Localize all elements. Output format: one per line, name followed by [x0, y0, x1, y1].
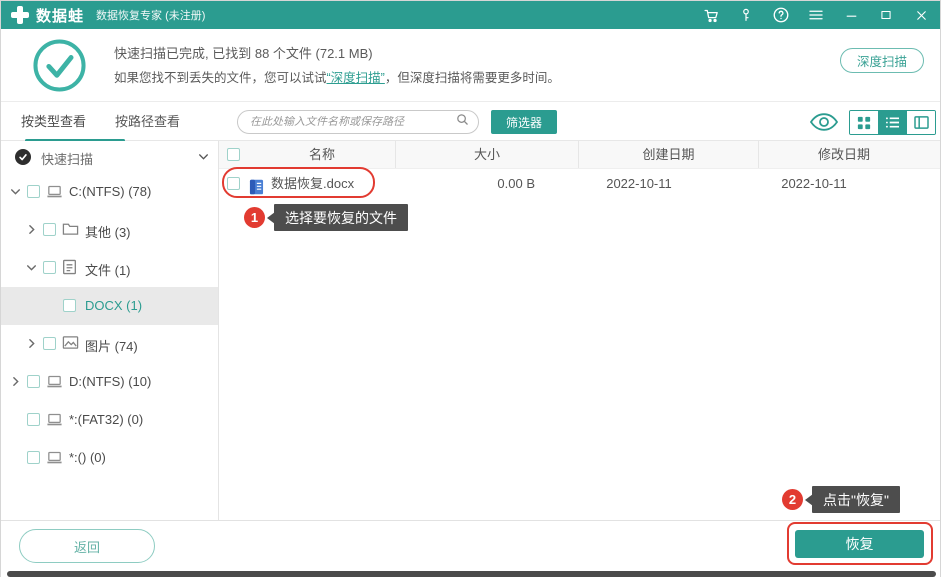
tree-item-c-drive[interactable]: C:(NTFS) (78) — [1, 173, 218, 211]
search-input[interactable] — [250, 116, 455, 128]
chevron-down-icon — [197, 150, 210, 168]
list-view-icon[interactable] — [877, 111, 907, 134]
tree-item-label: 其他 (3) — [85, 225, 131, 240]
drive-icon — [46, 411, 63, 428]
app-logo-cross-icon — [11, 6, 29, 24]
scan-hint-line: 如果您找不到丢失的文件，您可以试试“深度扫描”，但深度扫描将需要更多时间。 — [114, 67, 560, 86]
search-box — [237, 110, 479, 134]
tree-item-documents[interactable]: 文件 (1) — [1, 249, 218, 287]
help-icon[interactable] — [772, 6, 790, 24]
document-icon — [62, 259, 79, 276]
app-window: 数据蛙 数据恢复专家 (未注册) 快速扫描已完成, 已找到 88 个文件 (72… — [0, 0, 941, 577]
grid-view-icon[interactable] — [850, 111, 878, 134]
tree-item-images[interactable]: 图片 (74) — [1, 325, 218, 363]
main-area: 快速扫描 C:(NTFS) (78) 其他 (3) 文件 (1) DOCX (1… — [1, 141, 940, 520]
tree-item-label: D:(NTFS) (10) — [69, 374, 152, 389]
chevron-down-icon[interactable] — [9, 185, 22, 198]
select-all-checkbox[interactable] — [227, 148, 240, 161]
tree-item-unknown-drive[interactable]: *:() (0) — [1, 439, 218, 477]
tree-item-label: DOCX (1) — [85, 298, 143, 313]
tree-item-label: *:(FAT32) (0) — [69, 412, 144, 427]
drive-icon — [46, 183, 63, 200]
tree-item-others[interactable]: 其他 (3) — [1, 211, 218, 249]
filter-button[interactable]: 筛选器 — [491, 110, 558, 134]
window-bottom-edge — [7, 571, 936, 577]
image-icon — [62, 335, 79, 352]
tree-item-label: 图片 (74) — [85, 339, 138, 354]
chevron-right-icon[interactable] — [25, 337, 38, 350]
column-header-modified[interactable]: 修改日期 — [759, 141, 929, 168]
back-button[interactable]: 返回 — [19, 529, 155, 563]
checkbox[interactable] — [27, 375, 40, 388]
column-view-icon[interactable] — [906, 111, 935, 134]
scan-done-check-icon — [15, 149, 31, 165]
titlebar: 数据蛙 数据恢复专家 (未注册) — [1, 1, 940, 29]
annotation-step2-badge: 2 — [782, 489, 803, 510]
checkbox[interactable] — [27, 451, 40, 464]
close-icon[interactable] — [912, 6, 930, 24]
hint-text-post: ，但深度扫描将需要更多时间。 — [384, 71, 560, 85]
minimize-icon[interactable] — [842, 6, 860, 24]
drive-icon — [46, 449, 63, 466]
tree-item-d-drive[interactable]: D:(NTFS) (10) — [1, 363, 218, 401]
checkbox[interactable] — [43, 223, 56, 236]
tree-item-fat32-drive[interactable]: *:(FAT32) (0) — [1, 401, 218, 439]
file-tree: C:(NTFS) (78) 其他 (3) 文件 (1) DOCX (1) 图片 … — [1, 173, 218, 477]
drive-icon — [46, 373, 63, 390]
file-modified-date: 2022-10-11 — [781, 176, 847, 191]
tab-label: 按类型查看 — [21, 114, 87, 129]
deep-scan-link[interactable]: “深度扫描” — [327, 71, 385, 85]
chevron-right-icon[interactable] — [9, 375, 22, 388]
eye-preview-icon[interactable] — [809, 111, 839, 133]
brand-name: 数据蛙 — [36, 7, 85, 25]
annotation-step2-tooltip: 点击"恢复" — [812, 486, 900, 513]
folder-icon — [62, 221, 79, 238]
hint-text-pre: 如果您找不到丢失的文件，您可以试试 — [114, 71, 327, 85]
annotation-step1-tooltip: 选择要恢复的文件 — [274, 204, 408, 231]
tab-view-by-path[interactable]: 按路径查看 — [115, 102, 180, 141]
annotation-step1-badge: 1 — [244, 207, 265, 228]
sidebar: 快速扫描 C:(NTFS) (78) 其他 (3) 文件 (1) DOCX (1… — [1, 141, 219, 520]
annotation-highlight-recover-button — [787, 522, 933, 565]
table-header: 名称 大小 创建日期 修改日期 — [219, 141, 940, 169]
deep-scan-button[interactable]: 深度扫描 — [840, 48, 924, 73]
scan-status-banner: 快速扫描已完成, 已找到 88 个文件 (72.1 MB) 如果您找不到丢失的文… — [1, 29, 940, 102]
search-icon[interactable] — [455, 112, 470, 132]
tree-item-label: C:(NTFS) (78) — [69, 184, 152, 199]
checkbox[interactable] — [27, 185, 40, 198]
view-toggle-group — [849, 110, 936, 135]
tree-item-label: 文件 (1) — [85, 263, 131, 278]
scan-mode-label: 快速扫描 — [41, 152, 94, 167]
toolbar: 按类型查看 按路径查看 筛选器 — [1, 102, 940, 142]
scan-mode-dropdown[interactable]: 快速扫描 — [1, 141, 218, 173]
checkbox[interactable] — [43, 261, 56, 274]
tab-view-by-type[interactable]: 按类型查看 — [21, 102, 125, 142]
column-header-created[interactable]: 创建日期 — [579, 141, 759, 168]
checkbox[interactable] — [63, 299, 76, 312]
checkbox[interactable] — [43, 337, 56, 350]
tree-item-label: *:() (0) — [69, 450, 106, 465]
chevron-down-icon[interactable] — [25, 261, 38, 274]
annotation-highlight-file-row — [222, 167, 375, 198]
menu-icon[interactable] — [807, 6, 825, 24]
checkbox[interactable] — [27, 413, 40, 426]
cart-icon[interactable] — [702, 6, 720, 24]
app-subtitle: 数据恢复专家 (未注册) — [96, 10, 206, 22]
file-created-date: 2022-10-11 — [606, 176, 672, 191]
maximize-icon[interactable] — [877, 6, 895, 24]
check-circle-icon — [31, 37, 88, 94]
chevron-right-icon[interactable] — [25, 223, 38, 236]
column-header-size[interactable]: 大小 — [396, 141, 579, 168]
key-icon[interactable] — [737, 6, 755, 24]
scan-result-line: 快速扫描已完成, 已找到 88 个文件 (72.1 MB) — [114, 46, 373, 61]
tree-item-docx[interactable]: DOCX (1) — [1, 287, 218, 325]
column-header-name[interactable]: 名称 — [249, 141, 396, 168]
